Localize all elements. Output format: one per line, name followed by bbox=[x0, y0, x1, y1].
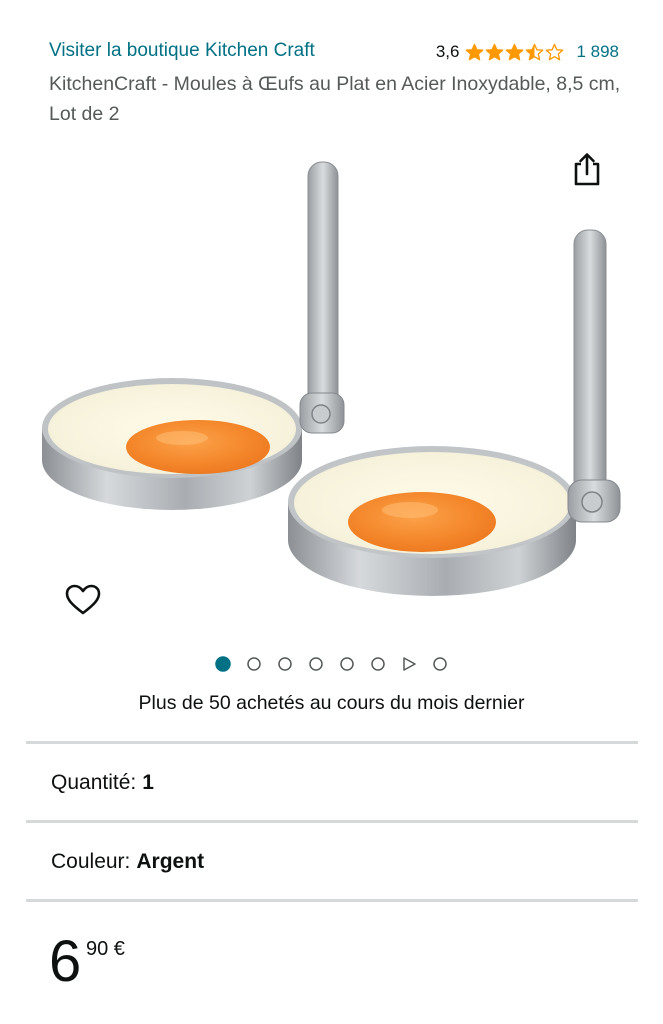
divider bbox=[26, 741, 638, 744]
heart-icon bbox=[65, 584, 101, 615]
carousel-dot-active[interactable] bbox=[215, 656, 231, 672]
carousel-dot[interactable] bbox=[370, 656, 386, 672]
rating-stars bbox=[465, 43, 564, 62]
social-proof-text: Plus de 50 achetés au cours du mois dern… bbox=[138, 692, 525, 714]
color-selector[interactable]: Couleur: Argent bbox=[51, 850, 204, 874]
carousel-video-play-icon[interactable] bbox=[401, 656, 417, 672]
quantity-selector[interactable]: Quantité: 1 bbox=[51, 771, 154, 795]
star-half-icon bbox=[526, 43, 544, 60]
rating[interactable]: 3,6 1 898 bbox=[436, 42, 619, 62]
price-fraction: 90 € bbox=[86, 938, 125, 960]
quantity-value: 1 bbox=[142, 771, 154, 794]
divider bbox=[26, 899, 638, 902]
star-full-icon bbox=[466, 43, 484, 60]
star-full-icon bbox=[506, 43, 524, 60]
color-label: Couleur: bbox=[51, 850, 131, 873]
carousel-dot[interactable] bbox=[277, 656, 293, 672]
divider bbox=[26, 820, 638, 823]
rating-count[interactable]: 1 898 bbox=[576, 42, 619, 62]
carousel-dot[interactable] bbox=[246, 656, 262, 672]
rating-value: 3,6 bbox=[435, 42, 460, 61]
carousel-dot[interactable] bbox=[432, 656, 448, 672]
star-full-icon bbox=[486, 43, 504, 60]
product-image[interactable] bbox=[30, 150, 640, 610]
price-whole: 6 bbox=[49, 929, 82, 994]
egg-ring-left bbox=[42, 161, 345, 510]
wishlist-button[interactable] bbox=[62, 580, 104, 620]
product-title: KitchenCraft - Moules à Œufs au Plat en … bbox=[49, 73, 621, 125]
carousel-dot[interactable] bbox=[339, 656, 355, 672]
image-carousel-indicator[interactable] bbox=[0, 656, 663, 672]
color-value: Argent bbox=[136, 850, 205, 873]
star-empty-icon bbox=[546, 43, 564, 60]
carousel-dot[interactable] bbox=[308, 656, 324, 672]
share-icon bbox=[574, 153, 600, 186]
store-link[interactable]: Visiter la boutique Kitchen Craft bbox=[49, 40, 315, 62]
store-rating-row: Visiter la boutique Kitchen Craft 3,6 1 … bbox=[49, 40, 619, 68]
quantity-label: Quantité: bbox=[51, 771, 137, 794]
share-button[interactable] bbox=[566, 149, 608, 189]
